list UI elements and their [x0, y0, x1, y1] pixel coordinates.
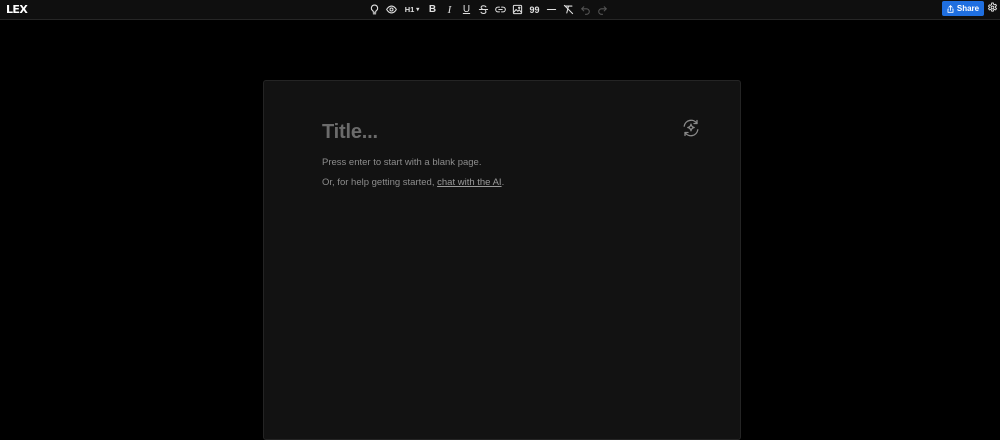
gear-icon [988, 2, 997, 12]
share-label: Share [956, 4, 980, 13]
clear-formatting-icon [563, 4, 574, 15]
ai-help-hint: Or, for help getting started, chat with … [322, 177, 504, 188]
link-button[interactable] [492, 1, 509, 18]
undo-button[interactable] [577, 1, 594, 18]
heading-label: H1 [404, 5, 415, 14]
ai-assist-button[interactable] [681, 118, 701, 138]
document-page[interactable]: Title... Press enter to start with a bla… [263, 80, 741, 440]
document-title-placeholder[interactable]: Title... [322, 121, 378, 144]
underline-button[interactable]: U [458, 1, 475, 18]
lightbulb-icon [370, 4, 379, 15]
undo-icon [581, 6, 590, 15]
image-icon [512, 4, 523, 15]
redo-icon [598, 6, 607, 15]
image-button[interactable] [509, 1, 526, 18]
share-button[interactable]: Share [942, 1, 984, 16]
horizontal-rule-icon [546, 8, 557, 11]
settings-button[interactable] [987, 2, 999, 14]
blockquote-label: 99 [529, 4, 540, 15]
eye-icon [386, 5, 397, 14]
link-icon [495, 6, 506, 13]
lightbulb-button[interactable] [366, 1, 383, 18]
blank-page-hint: Press enter to start with a blank page. [322, 157, 482, 168]
horizontal-rule-button[interactable] [543, 1, 560, 18]
redo-button[interactable] [594, 1, 611, 18]
blockquote-button[interactable]: 99 [526, 1, 543, 18]
ai-hint-suffix: . [501, 177, 505, 188]
chevron-down-icon: ▾ [416, 7, 420, 13]
app-logo[interactable]: LEX [6, 3, 28, 17]
heading-dropdown[interactable]: H1 ▾ [400, 1, 424, 18]
bold-label: B [428, 4, 437, 15]
share-icon [947, 4, 954, 13]
chat-with-ai-link[interactable]: chat with the AI [437, 177, 501, 188]
underline-label: U [462, 4, 471, 15]
preview-button[interactable] [383, 1, 400, 18]
top-bar: LEX H1 ▾ B I U 99 Share [0, 0, 1000, 20]
ai-hint-prefix: Or, for help getting started, [322, 177, 438, 188]
italic-button[interactable]: I [441, 1, 458, 18]
strikethrough-button[interactable] [475, 1, 492, 18]
strikethrough-icon [478, 5, 489, 15]
clear-formatting-button[interactable] [560, 1, 577, 18]
formatting-toolbar: H1 ▾ B I U 99 [366, 1, 611, 18]
ai-sparkle-refresh-icon [683, 119, 699, 137]
italic-label: I [447, 3, 452, 16]
bold-button[interactable]: B [424, 1, 441, 18]
